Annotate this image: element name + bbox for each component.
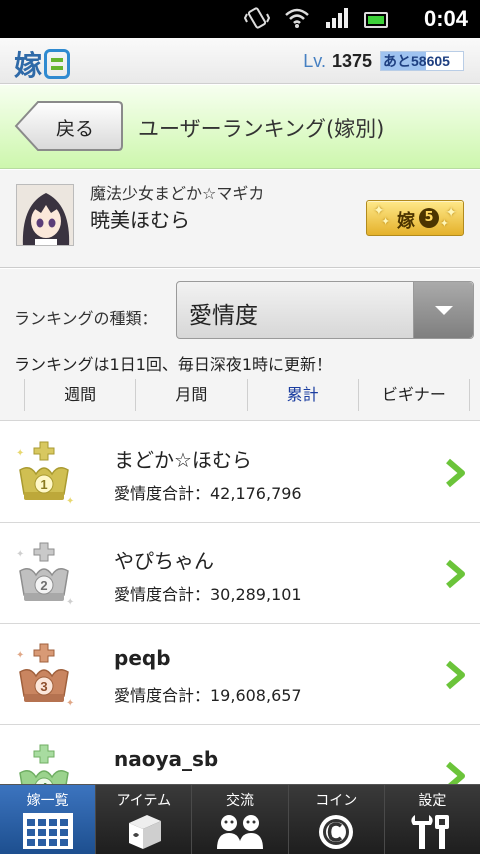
chevron-right-icon (446, 458, 465, 488)
logo-text: 嫁 (14, 49, 43, 82)
chevron-right-icon (446, 660, 465, 690)
user-name: peqb (114, 646, 171, 670)
user-score: 愛情度合計：19,608,657 (114, 686, 302, 705)
yome-rank-badge: ✦ ✦ ✦ ✦ 嫁 5 (366, 200, 464, 236)
back-button[interactable]: 戻る (14, 100, 124, 152)
chevron-right-icon (446, 559, 465, 589)
yome-badge-number: 5 (419, 208, 439, 228)
svg-text:✦: ✦ (66, 698, 74, 708)
user-score: 愛情度合計：30,289,101 (114, 585, 302, 604)
vibrate-icon (243, 6, 271, 30)
nav-label: 交流 (226, 793, 254, 809)
ranking-row[interactable]: 3 ✦ ✦ peqb 愛情度合計：19,608,657 (0, 624, 480, 725)
gold-crown-icon: 1 ✦ ✦ (16, 441, 74, 506)
bronze-crown-icon: 3 ✦ ✦ (16, 643, 74, 708)
svg-text:✦: ✦ (16, 549, 24, 560)
people-icon (217, 815, 263, 849)
silver-crown-icon: 2 ✦ ✦ (16, 542, 74, 607)
character-name: 暁美ほむら (90, 208, 190, 232)
svg-text:✦: ✦ (16, 650, 24, 661)
character-header: 魔法少女まどか☆マギカ 暁美ほむら ✦ ✦ ✦ ✦ 嫁 5 (0, 170, 480, 268)
level-label: Lv. (303, 51, 326, 71)
tab-weekly[interactable]: 週間 (24, 379, 135, 411)
rank-number: 3 (40, 679, 47, 694)
app-header: 嫁 Lv. 1375 あと58605 (0, 38, 480, 84)
nav-settings[interactable]: 設定 (384, 785, 480, 854)
level-value: 1375 (331, 51, 372, 71)
tab-monthly[interactable]: 月間 (135, 379, 246, 411)
tools-icon (411, 815, 450, 849)
rank-number: 1 (40, 477, 47, 492)
status-bar: 0:04 (0, 0, 480, 38)
ranking-row[interactable]: 1 ✦ ✦ まどか☆ほむら 愛情度合計：42,176,796 (0, 422, 480, 523)
exp-bar: あと58605 (380, 51, 464, 71)
nav-coins[interactable]: コイン (288, 785, 385, 854)
nav-items[interactable]: アイテム (96, 785, 193, 854)
rank-number: 2 (40, 578, 47, 593)
dropdown-arrow[interactable] (413, 282, 473, 338)
nav-yome-list[interactable]: 嫁一覧 (0, 785, 97, 854)
ranking-type-label: ランキングの種類： (14, 309, 158, 328)
back-button-label: 戻る (56, 118, 95, 140)
status-icons (243, 6, 388, 30)
nav-label: アイテム (116, 793, 172, 809)
chevron-right-icon (446, 761, 465, 784)
signal-icon (324, 6, 350, 30)
tab-beginner[interactable]: ビギナー (357, 379, 470, 411)
title-bar: 戻る ユーザーランキング(嫁別) (0, 85, 480, 169)
nav-label: コイン (315, 793, 358, 809)
gift-box-icon (128, 815, 161, 849)
update-note: ランキングは1日1回、毎日深夜1時に更新！ (14, 355, 333, 374)
app-logo[interactable]: 嫁 (14, 44, 71, 84)
ranking-list: 1 ✦ ✦ まどか☆ほむら 愛情度合計：42,176,796 2 ✦ ✦ やぴち… (0, 422, 480, 784)
period-tabs: 週間 月間 累計 ビギナー (24, 379, 470, 411)
chevron-down-icon (435, 306, 453, 315)
svg-text:✦: ✦ (66, 597, 74, 607)
exp-remaining: あと58605 (383, 53, 450, 69)
ranking-filters: ランキングの種類： 愛情度 ランキングは1日1回、毎日深夜1時に更新！ 週間 月… (0, 269, 480, 421)
user-name: naoya_sb (114, 747, 219, 771)
tab-total[interactable]: 累計 (246, 379, 358, 411)
user-name: やぴちゃん (114, 549, 214, 573)
wifi-icon (284, 6, 310, 30)
character-series: 魔法少女まどか☆マギカ (90, 184, 265, 203)
ranking-type-select[interactable]: 愛情度 (176, 281, 474, 339)
svg-text:✦: ✦ (66, 496, 74, 506)
nav-label: 設定 (418, 793, 447, 809)
clock: 0:04 (423, 6, 468, 31)
sparkle-icon: ✦ (439, 217, 449, 230)
ranking-row[interactable]: 2 ✦ ✦ やぴちゃん 愛情度合計：30,289,101 (0, 523, 480, 624)
page-title: ユーザーランキング(嫁別) (138, 117, 385, 141)
nav-social[interactable]: 交流 (192, 785, 289, 854)
svg-text:✦: ✦ (16, 448, 24, 459)
nav-label: 嫁一覧 (26, 793, 69, 809)
coin-icon (319, 815, 354, 849)
battery-icon (364, 12, 388, 28)
user-score: 愛情度合計：42,176,796 (114, 484, 302, 503)
grid-icon (22, 813, 73, 849)
ranking-row[interactable]: 4 naoya_sb (0, 725, 480, 784)
sparkle-icon: ✦ (381, 215, 391, 228)
ranking-type-value: 愛情度 (189, 303, 258, 329)
green-crown-icon: 4 (19, 744, 69, 784)
user-name: まどか☆ほむら (114, 448, 252, 472)
logo-mark-icon (44, 49, 71, 79)
character-avatar (16, 184, 74, 246)
bottom-navigation: 嫁一覧 アイテム 交流 コイン 設定 (0, 784, 480, 854)
level-display: Lv. 1375 (303, 51, 372, 72)
yome-badge-text: 嫁 (397, 211, 415, 232)
